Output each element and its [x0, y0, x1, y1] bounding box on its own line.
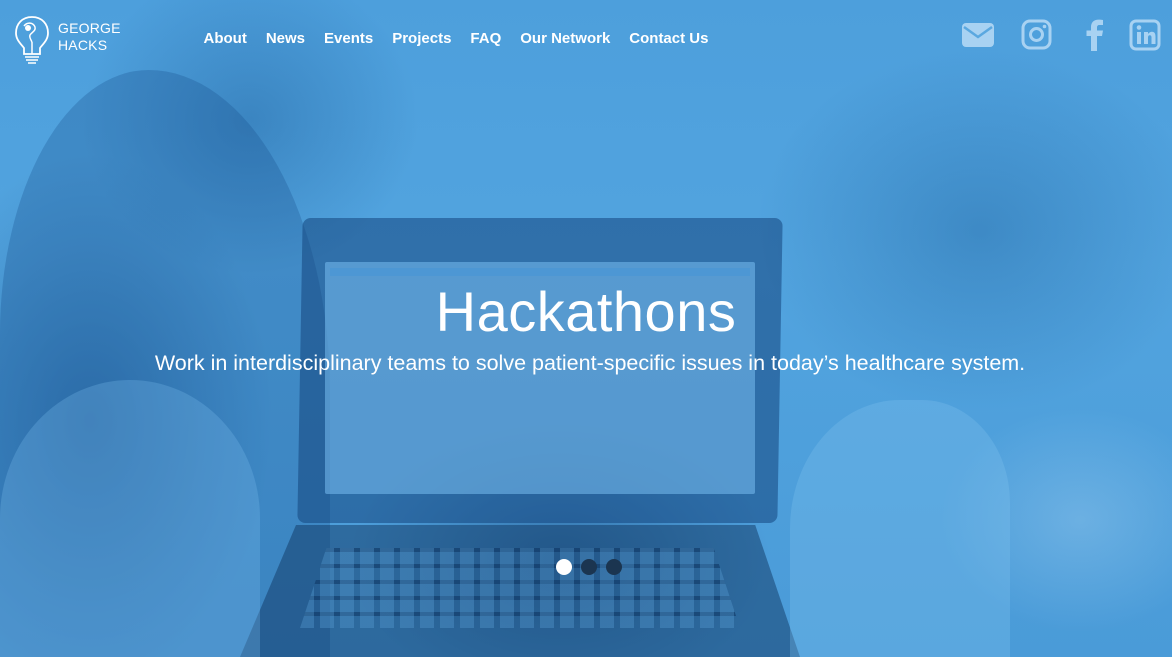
carousel-indicators	[556, 559, 622, 575]
hero-subtitle: Work in interdisciplinary teams to solve…	[154, 350, 1026, 375]
nav-link-events[interactable]: Events	[315, 28, 383, 50]
brand-logo[interactable]: GEORGE HACKS	[14, 14, 124, 66]
brand-line-2: HACKS	[58, 37, 108, 53]
nav-link-faq[interactable]: FAQ	[461, 28, 511, 50]
nav-link-news[interactable]: News	[256, 28, 314, 50]
hero-photo-hand-left	[0, 380, 260, 657]
carousel-dot-1[interactable]	[556, 559, 572, 575]
brand-wordmark: GEORGE HACKS	[58, 20, 121, 54]
nav-link-our-network[interactable]: Our Network	[511, 28, 620, 50]
carousel-dot-2[interactable]	[581, 559, 597, 575]
main-nav: About News Events Projects FAQ Our Netwo…	[194, 28, 718, 50]
facebook-icon[interactable]	[1078, 18, 1112, 52]
brand-line-1: GEORGE	[58, 20, 121, 36]
nav-link-contact-us[interactable]: Contact Us	[620, 28, 718, 50]
envelope-icon[interactable]	[961, 18, 995, 52]
hero-photo-hand-right	[790, 400, 1010, 657]
navbar: GEORGE HACKS About News Events Projects …	[0, 0, 1172, 80]
carousel-dot-3[interactable]	[606, 559, 622, 575]
linkedin-icon[interactable]	[1129, 18, 1163, 52]
hero-photo-laptop-toolbar	[330, 268, 750, 276]
hero-title: Hackathons	[435, 279, 737, 343]
nav-link-about[interactable]: About	[194, 28, 256, 50]
nav-link-projects[interactable]: Projects	[383, 28, 461, 50]
hero-photo-keys	[300, 548, 740, 628]
lightbulb-icon	[15, 16, 49, 64]
instagram-icon[interactable]	[1020, 18, 1054, 52]
